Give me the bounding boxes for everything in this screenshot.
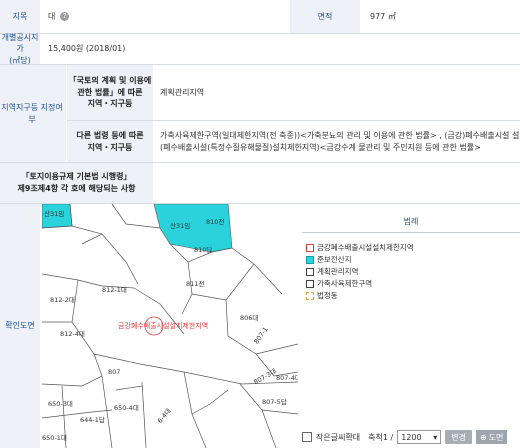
legend-label: 준보전산지 xyxy=(317,255,352,264)
legend-item: 계획관리지역 xyxy=(306,266,358,277)
chevron-down-icon: ▾ xyxy=(433,432,438,442)
law2-label: 다른 법령 등에 따른 지역・지구등 xyxy=(67,121,153,162)
parcel-label: 807-4대 xyxy=(276,374,298,382)
small-text-checkbox[interactable] xyxy=(302,432,312,442)
scale-label: 축척1 / xyxy=(368,432,394,442)
zoom-button[interactable]: ⊕ 도면 xyxy=(475,430,508,444)
legend-swatch xyxy=(306,255,314,264)
legend-item: 가축사육제한구역 xyxy=(306,278,372,289)
area-value: 977 ㎡ xyxy=(362,0,520,33)
legend-swatch xyxy=(306,279,314,288)
law2-value-line1: 가축사육제한구역(일대제한지역(전 축종))<가축분뇨의 관리 및 이용에 관한… xyxy=(160,130,520,140)
parcel-label: 810답 xyxy=(194,246,212,254)
zone-label-red: 금강폐수배출시설설치제한지역 xyxy=(118,321,208,330)
parcel-label: 산31임 xyxy=(44,209,64,218)
parcel-label: 806대 xyxy=(240,314,258,322)
parcel-label: 812-1대 xyxy=(102,286,127,294)
parcel-label: 650-1대 xyxy=(42,434,67,442)
legend-panel: 범례 금강폐수배출시설설치제한지역 준보전산지 계획관리지역 가축사육제한구역 … xyxy=(302,210,520,426)
land-price-value: 15,400원 (2018/01) xyxy=(48,34,508,64)
parcel-label: 650-4대 xyxy=(114,404,139,412)
small-text-label: 작은글씨확대 xyxy=(316,432,361,442)
law1-value: 계획관리지역 xyxy=(160,65,520,120)
jimok-label: 지목 xyxy=(0,0,40,33)
legend-swatch xyxy=(306,243,314,252)
parcel-label: 807-5답 xyxy=(262,398,287,406)
legend-item: 금강폐수배출시설설치제한지역 xyxy=(306,242,414,253)
legend-label: 법정동 xyxy=(317,291,338,300)
parcel-label: 810전 xyxy=(206,217,224,226)
law2-value-line2: (폐수배출시설(특정수질유해물질)설치제한지역)<금강수계 물관리 및 주민지원… xyxy=(160,142,481,152)
legend-item: 준보전산지 xyxy=(306,254,352,265)
area-label: 면적 xyxy=(290,0,360,33)
legend-swatch xyxy=(306,267,314,276)
magnifier-icon: ⊕ xyxy=(479,432,487,442)
info-icon[interactable]: ? xyxy=(60,12,70,21)
legend-label: 가축사육제한구역 xyxy=(317,279,373,288)
legend-swatch xyxy=(306,291,314,300)
zone-label: 지역지구등 지정여부 xyxy=(0,65,66,162)
legend-label: 금강폐수배출시설설치제한지역 xyxy=(317,243,414,252)
parcel-label: 812-2대 xyxy=(50,296,75,304)
legend-title: 범례 xyxy=(302,210,520,233)
scale-select[interactable]: 1200 ▾ xyxy=(397,430,442,444)
parcel-map[interactable]: 산31임 산31임 810전 810답 812-1대 811전 812-2대 8… xyxy=(42,204,298,448)
map-label: 확인도면 xyxy=(0,204,40,448)
legend-item: 법정동 xyxy=(306,290,338,301)
law1-label: 「국토의 계획 및 이용에 관한 법률」에 따른 지역・지구등 xyxy=(67,65,153,120)
regulation-value xyxy=(160,163,520,203)
jimok-value: 대 xyxy=(48,11,56,21)
map-controls: 작은글씨확대 축척1 / 1200 ▾ 변경 ⊕ 도면 xyxy=(302,426,520,448)
law2-value: 가축사육제한구역(일대제한지역(전 축종))<가축분뇨의 관리 및 이용에 관한… xyxy=(160,121,520,162)
jimok-value-cell: 대 ? xyxy=(48,0,288,33)
change-button[interactable]: 변경 xyxy=(445,430,472,444)
parcel-label: 811전 xyxy=(186,279,204,288)
parcel-label: 644-1답 xyxy=(80,416,105,424)
land-price-label: 개별공시지가 (㎡당) xyxy=(0,32,40,65)
legend-label: 계획관리지역 xyxy=(317,267,359,276)
parcel-label: 812-4대 xyxy=(60,330,85,338)
parcel-label: 807 xyxy=(108,368,120,376)
parcel-label: 산31임 xyxy=(170,221,190,230)
regulation-label: 「토지이용규제 기본법 시행령」 제9조제4항 각 호에 해당되는 사항 xyxy=(0,163,153,203)
parcel-label: 650-3대 xyxy=(48,400,73,408)
scale-value: 1200 xyxy=(401,432,422,442)
